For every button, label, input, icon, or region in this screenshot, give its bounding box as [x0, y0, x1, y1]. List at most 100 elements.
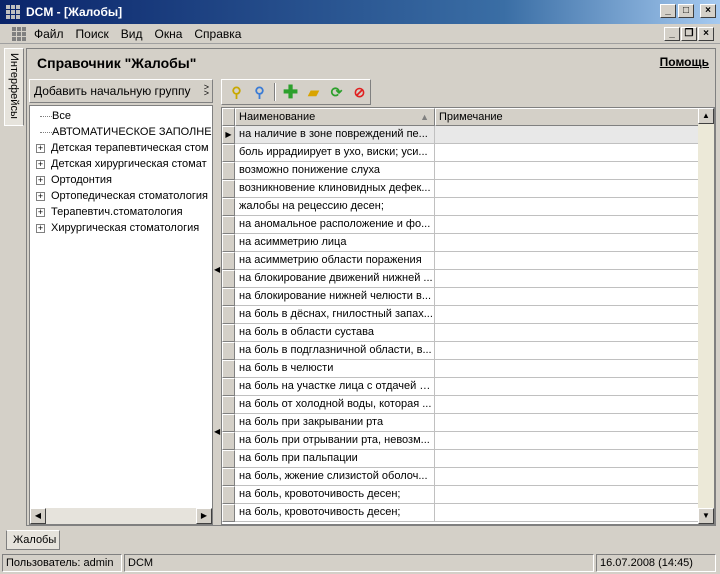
- row-indicator[interactable]: [222, 252, 235, 270]
- expand-icon[interactable]: +: [36, 207, 45, 217]
- complaints-grid[interactable]: Наименование ▲ Примечание ▶ на наличие в…: [221, 107, 715, 525]
- scroll-track[interactable]: [698, 124, 714, 508]
- cell-note[interactable]: [435, 360, 700, 378]
- cell-note[interactable]: [435, 504, 700, 522]
- cell-name[interactable]: на боль при отрывании рта, невозм...: [235, 432, 435, 450]
- cell-name[interactable]: боль иррадиирует в ухо, виски; уси...: [235, 144, 435, 162]
- row-indicator[interactable]: [222, 198, 235, 216]
- scroll-down-icon[interactable]: ▼: [698, 508, 714, 524]
- cell-name[interactable]: на боль, кровоточивость десен;: [235, 504, 435, 522]
- cell-name[interactable]: на боль в подглазничной области, в...: [235, 342, 435, 360]
- row-indicator[interactable]: [222, 180, 235, 198]
- table-row[interactable]: на боль в челюсти: [222, 360, 700, 378]
- table-row[interactable]: на аномальное расположение и фо...: [222, 216, 700, 234]
- menu-view[interactable]: Вид: [115, 27, 149, 41]
- cell-note[interactable]: [435, 432, 700, 450]
- column-header-name[interactable]: Наименование ▲: [235, 108, 435, 126]
- cell-note[interactable]: [435, 180, 700, 198]
- row-indicator[interactable]: [222, 468, 235, 486]
- panel-splitter[interactable]: ◀ ◀: [213, 79, 221, 525]
- cell-name[interactable]: на боль на участке лица с отдачей в...: [235, 378, 435, 396]
- refresh-icon[interactable]: ⟳: [326, 81, 347, 103]
- cell-name[interactable]: на боль в челюсти: [235, 360, 435, 378]
- child-minimize-button[interactable]: _: [664, 27, 680, 41]
- side-tab-interfaces[interactable]: Интерфейсы: [4, 48, 24, 126]
- add-icon[interactable]: ✚: [280, 81, 301, 103]
- cell-note[interactable]: [435, 270, 700, 288]
- cell-note[interactable]: [435, 252, 700, 270]
- collapse-left-icon[interactable]: ◀: [214, 427, 220, 436]
- add-root-group-button[interactable]: Добавить начальную группу > >: [29, 79, 213, 103]
- table-row[interactable]: ▶ на наличие в зоне повреждений пе...: [222, 126, 700, 144]
- menu-search[interactable]: Поиск: [70, 27, 115, 41]
- table-row[interactable]: на асимметрию лица: [222, 234, 700, 252]
- table-row[interactable]: на боль при закрывании рта: [222, 414, 700, 432]
- table-row[interactable]: на боль в области сустава: [222, 324, 700, 342]
- cell-note[interactable]: [435, 414, 700, 432]
- cell-note[interactable]: [435, 342, 700, 360]
- cell-name[interactable]: на боль при закрывании рта: [235, 414, 435, 432]
- row-indicator[interactable]: [222, 234, 235, 252]
- cell-name[interactable]: на аномальное расположение и фо...: [235, 216, 435, 234]
- cell-note[interactable]: [435, 306, 700, 324]
- table-row[interactable]: на боль на участке лица с отдачей в...: [222, 378, 700, 396]
- tree-item-auto[interactable]: АВТОМАТИЧЕСКОЕ ЗАПОЛНЕ: [30, 124, 212, 140]
- row-indicator[interactable]: [222, 324, 235, 342]
- row-indicator[interactable]: [222, 288, 235, 306]
- cell-note[interactable]: [435, 396, 700, 414]
- row-indicator[interactable]: [222, 144, 235, 162]
- scroll-right-icon[interactable]: ▶: [196, 508, 212, 524]
- scroll-track[interactable]: [46, 508, 196, 524]
- collapse-left-icon[interactable]: ◀: [214, 265, 220, 274]
- expand-icon[interactable]: +: [36, 143, 45, 153]
- expand-icon[interactable]: +: [36, 223, 45, 233]
- tree-item-group[interactable]: + Детская хирургическая стомат: [30, 156, 207, 172]
- cell-note[interactable]: [435, 450, 700, 468]
- cell-note[interactable]: [435, 234, 700, 252]
- cell-name[interactable]: на блокирование нижней челюсти в...: [235, 288, 435, 306]
- search-icon[interactable]: ⚲: [226, 81, 247, 103]
- tree-item-group[interactable]: + Хирургическая стоматология: [30, 220, 199, 236]
- cell-note[interactable]: [435, 162, 700, 180]
- row-indicator[interactable]: [222, 396, 235, 414]
- cell-name[interactable]: жалобы на рецессию десен;: [235, 198, 435, 216]
- cell-name[interactable]: на асимметрию области поражения: [235, 252, 435, 270]
- cell-name[interactable]: на боль, кровоточивость десен;: [235, 486, 435, 504]
- row-indicator[interactable]: [222, 432, 235, 450]
- table-row[interactable]: на боль при пальпации: [222, 450, 700, 468]
- scroll-up-icon[interactable]: ▲: [698, 108, 714, 124]
- current-row-indicator-icon[interactable]: ▶: [222, 126, 235, 144]
- expand-icon[interactable]: +: [36, 175, 45, 185]
- cell-note[interactable]: [435, 144, 700, 162]
- scroll-left-icon[interactable]: ◀: [30, 508, 46, 524]
- cell-name[interactable]: на боль в дёснах, гнилостный запах...: [235, 306, 435, 324]
- row-indicator[interactable]: [222, 378, 235, 396]
- row-indicator[interactable]: [222, 270, 235, 288]
- row-indicator[interactable]: [222, 216, 235, 234]
- table-row[interactable]: на боль, кровоточивость десен;: [222, 504, 700, 522]
- table-row[interactable]: возникновение клиновидных дефек...: [222, 180, 700, 198]
- grid-vertical-scrollbar[interactable]: ▲ ▼: [698, 108, 714, 524]
- find-user-icon[interactable]: ⚲: [249, 81, 270, 103]
- tree-item-group[interactable]: + Ортопедическая стоматология: [30, 188, 208, 204]
- menu-file[interactable]: Файл: [28, 27, 70, 41]
- cell-name[interactable]: на наличие в зоне повреждений пе...: [235, 126, 435, 144]
- tree-item-group[interactable]: + Детская терапевтическая стом: [30, 140, 209, 156]
- table-row[interactable]: на боль, кровоточивость десен;: [222, 486, 700, 504]
- cell-note[interactable]: [435, 216, 700, 234]
- cell-note[interactable]: [435, 486, 700, 504]
- expand-icon[interactable]: +: [36, 159, 45, 169]
- group-tree[interactable]: Все АВТОМАТИЧЕСКОЕ ЗАПОЛНЕ + Детская тер…: [29, 105, 213, 525]
- table-row[interactable]: жалобы на рецессию десен;: [222, 198, 700, 216]
- table-row[interactable]: на блокирование нижней челюсти в...: [222, 288, 700, 306]
- cell-name[interactable]: на боль в области сустава: [235, 324, 435, 342]
- table-row[interactable]: на блокирование движений нижней ...: [222, 270, 700, 288]
- row-indicator[interactable]: [222, 504, 235, 522]
- close-button[interactable]: ×: [700, 4, 716, 18]
- row-indicator[interactable]: [222, 414, 235, 432]
- expand-icon[interactable]: +: [36, 191, 45, 201]
- cell-note[interactable]: [435, 126, 700, 144]
- cell-name[interactable]: возникновение клиновидных дефек...: [235, 180, 435, 198]
- tree-item-group[interactable]: + Ортодонтия: [30, 172, 112, 188]
- cell-name[interactable]: на боль, жжение слизистой оболоч...: [235, 468, 435, 486]
